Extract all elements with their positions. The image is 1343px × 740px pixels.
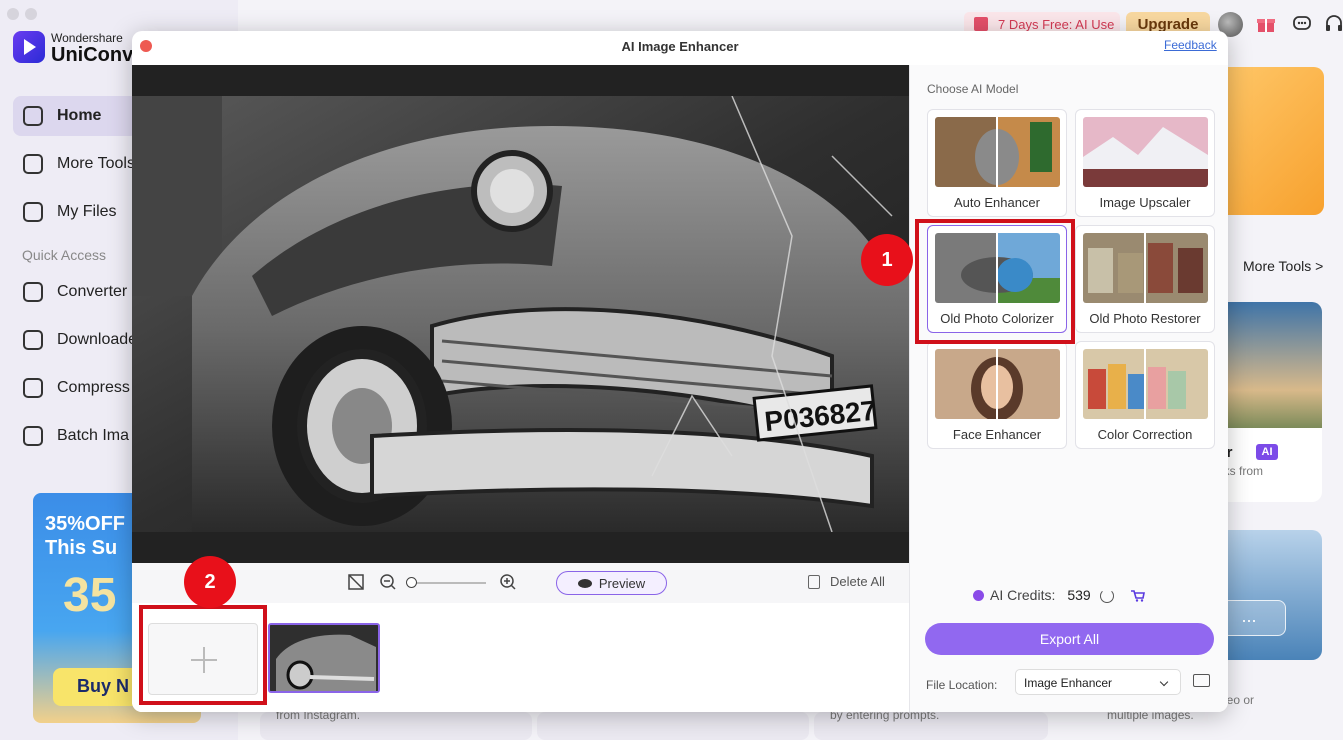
sidebar-item-label: More Tools <box>57 155 135 172</box>
files-icon <box>23 202 43 222</box>
more-tools-link[interactable]: More Tools > <box>1243 258 1323 274</box>
bg-tool-card <box>537 712 809 740</box>
image-icon <box>23 426 43 446</box>
credits-label: AI Credits: <box>990 587 1056 603</box>
ai-model-panel: Choose AI Model Auto Enhancer Image Upsc… <box>909 65 1228 712</box>
old-photo-restorer-thumb <box>1083 233 1208 303</box>
trash-icon <box>808 574 820 589</box>
eye-icon <box>577 578 592 588</box>
face-enhancer-thumb <box>935 349 1060 419</box>
promo-subline: This Su <box>45 537 118 559</box>
app-window: Wondershare UniConve Home More Tools My … <box>0 0 1343 740</box>
model-auto-enhancer[interactable]: Auto Enhancer <box>927 109 1067 217</box>
refresh-icon[interactable] <box>1100 589 1114 603</box>
promo-headline: 35%OFF <box>45 513 126 535</box>
annotation-badge-2: 2 <box>184 556 236 608</box>
fit-screen-icon[interactable] <box>347 573 365 591</box>
sidebar-item-label: Compress <box>57 379 130 396</box>
annotation-box-colorizer <box>915 219 1075 344</box>
trial-text: 7 Days Free: AI Use <box>998 16 1115 32</box>
model-color-correction[interactable]: Color Correction <box>1075 341 1215 449</box>
preview-button-label: Preview <box>598 575 646 591</box>
delete-all-label: Delete All <box>830 574 885 589</box>
zoom-in-icon[interactable] <box>499 573 517 591</box>
brand-company: Wondershare <box>51 31 123 45</box>
sidebar-item-label: Downloade <box>57 331 138 348</box>
sidebar-item-my-files[interactable]: My Files <box>13 192 138 232</box>
credits-icon <box>973 589 984 601</box>
window-minimize-light[interactable] <box>25 8 37 20</box>
model-label: Face Enhancer <box>952 427 1042 442</box>
auto-enhancer-thumb <box>935 117 1060 187</box>
model-label: Color Correction <box>1097 427 1193 442</box>
gift-icon <box>974 17 988 31</box>
zoom-slider-handle[interactable] <box>406 577 417 588</box>
model-label: Image Upscaler <box>1099 195 1191 210</box>
sidebar-item-downloader[interactable]: Downloade <box>13 320 138 360</box>
sidebar-item-home[interactable]: Home <box>13 96 138 136</box>
image-preview-area: P036827 <box>132 65 909 563</box>
feature-card-video[interactable] <box>1212 67 1324 215</box>
download-icon <box>23 330 43 350</box>
promo-big-number: 35 <box>63 569 117 622</box>
image-upscaler-thumb <box>1083 117 1208 187</box>
cart-icon[interactable] <box>1131 590 1145 602</box>
feedback-link[interactable]: Feedback <box>1164 38 1217 52</box>
window-close-light[interactable] <box>7 8 19 20</box>
sidebar-item-label: Batch Ima <box>57 427 130 444</box>
chat-icon[interactable] <box>1292 14 1312 34</box>
model-label: Auto Enhancer <box>953 195 1040 210</box>
quick-access-heading: Quick Access <box>22 247 107 263</box>
model-face-enhancer[interactable]: Face Enhancer <box>927 341 1067 449</box>
sidebar-item-compressor[interactable]: Compress <box>13 368 138 408</box>
headset-icon[interactable] <box>1324 14 1343 34</box>
zoom-out-icon[interactable] <box>379 573 397 591</box>
preview-button[interactable]: Preview <box>556 571 667 595</box>
sidebar-item-more-tools[interactable]: More Tools <box>13 144 138 184</box>
image-thumbnail[interactable] <box>268 623 380 693</box>
ai-credits: AI Credits: 539 <box>973 587 1091 603</box>
zoom-slider-track[interactable] <box>410 582 486 584</box>
model-image-upscaler[interactable]: Image Upscaler <box>1075 109 1215 217</box>
export-all-button[interactable]: Export All <box>925 623 1214 655</box>
model-old-photo-restorer[interactable]: Old Photo Restorer <box>1075 225 1215 333</box>
dialog-title: AI Image Enhancer <box>621 39 739 54</box>
folder-icon[interactable] <box>1193 674 1210 687</box>
sidebar-item-converter[interactable]: Converter <box>13 272 138 312</box>
toolbox-icon <box>23 154 43 174</box>
annotation-box-add <box>139 605 267 705</box>
sidebar-item-label: My Files <box>57 203 117 220</box>
brand-product: UniConve <box>51 44 145 66</box>
choose-model-heading: Choose AI Model <box>927 82 1019 96</box>
converter-icon <box>23 282 43 302</box>
color-correction-thumb <box>1083 349 1208 419</box>
model-label: Old Photo Restorer <box>1089 311 1201 326</box>
file-location-select[interactable]: Image Enhancer <box>1015 669 1181 695</box>
thumbnail-image <box>270 625 378 691</box>
annotation-badge-1: 1 <box>861 234 913 286</box>
file-location-label: File Location: <box>926 678 998 692</box>
uniconverter-logo-icon <box>13 31 45 63</box>
delete-all-button[interactable]: Delete All <box>808 574 885 589</box>
gift-icon[interactable] <box>1256 14 1276 34</box>
sidebar-item-label: Converter <box>57 283 128 300</box>
sidebar-item-batch-image[interactable]: Batch Ima <box>13 416 138 456</box>
sidebar-item-label: Home <box>57 107 102 124</box>
preview-toolbar: Preview Delete All <box>132 563 909 603</box>
home-icon <box>23 106 43 126</box>
ai-badge: AI <box>1256 444 1278 460</box>
credits-value: 539 <box>1067 587 1091 603</box>
preview-photo: P036827 <box>132 96 909 532</box>
compress-icon <box>23 378 43 398</box>
ai-image-enhancer-dialog: AI Image Enhancer Feedback P036827 Previ… <box>132 31 1228 712</box>
